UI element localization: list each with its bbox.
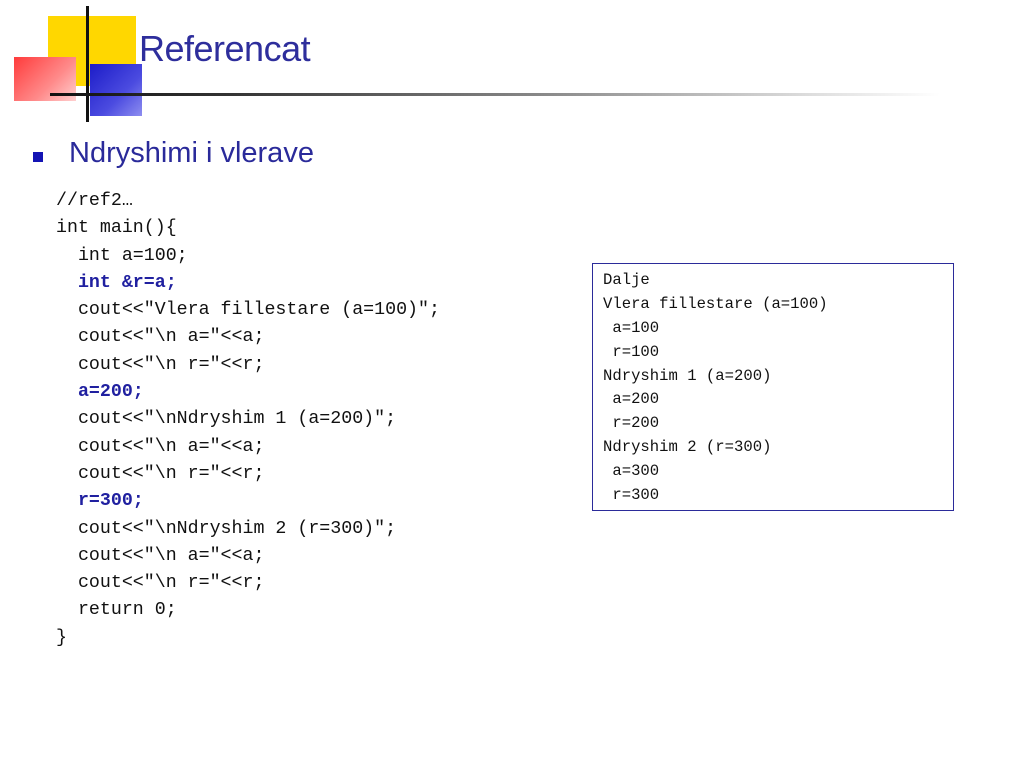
output-line: Ndryshim 2 (r=300) xyxy=(603,438,772,457)
slide-logo-decoration xyxy=(0,0,150,130)
bullet-square-icon xyxy=(33,152,43,162)
program-output-box: Dalje Vlera fillestare (a=100) a=100 r=10… xyxy=(592,263,954,511)
vertical-line-decoration xyxy=(86,6,89,122)
output-line: r=300 xyxy=(603,486,660,505)
code-line: cout<<"\n a="<<a; xyxy=(56,436,265,457)
code-line: r=300; xyxy=(56,491,144,512)
output-line: a=300 xyxy=(603,462,660,481)
output-line: Dalje xyxy=(603,271,650,289)
code-line: int &r=a; xyxy=(56,272,177,293)
output-line: Vlera fillestare (a=100) xyxy=(603,294,828,313)
code-line: int main(){ xyxy=(56,218,177,239)
code-line: cout<<"\nNdryshim 2 (r=300)"; xyxy=(56,518,397,539)
code-line: int a=100; xyxy=(56,245,188,266)
output-line: a=100 xyxy=(603,318,660,337)
code-line: cout<<"Vlera fillestare (a=100)"; xyxy=(56,300,440,321)
code-line: cout<<"\n a="<<a; xyxy=(56,327,265,348)
code-line: cout<<"\n r="<<r; xyxy=(56,354,265,375)
code-line: return 0; xyxy=(56,600,177,621)
blue-square-decoration xyxy=(90,64,142,116)
code-line: cout<<"\n a="<<a; xyxy=(56,545,265,566)
code-line: a=200; xyxy=(56,382,144,403)
code-listing: //ref2… int main(){ int a=100; int &r=a; … xyxy=(56,188,440,652)
code-line: } xyxy=(56,627,67,648)
code-line: cout<<"\n r="<<r; xyxy=(56,463,265,484)
bullet-text: Ndryshimi i vlerave xyxy=(69,137,314,169)
output-line: r=100 xyxy=(603,342,660,361)
output-line: Ndryshim 1 (a=200) xyxy=(603,366,772,385)
code-line: //ref2… xyxy=(56,191,133,211)
code-line: cout<<"\n r="<<r; xyxy=(56,573,265,594)
slide-title: Referencat xyxy=(139,28,311,69)
code-line: cout<<"\nNdryshim 1 (a=200)"; xyxy=(56,409,397,430)
output-line: r=200 xyxy=(603,414,660,433)
title-underline xyxy=(50,93,940,96)
output-line: a=200 xyxy=(603,390,660,409)
